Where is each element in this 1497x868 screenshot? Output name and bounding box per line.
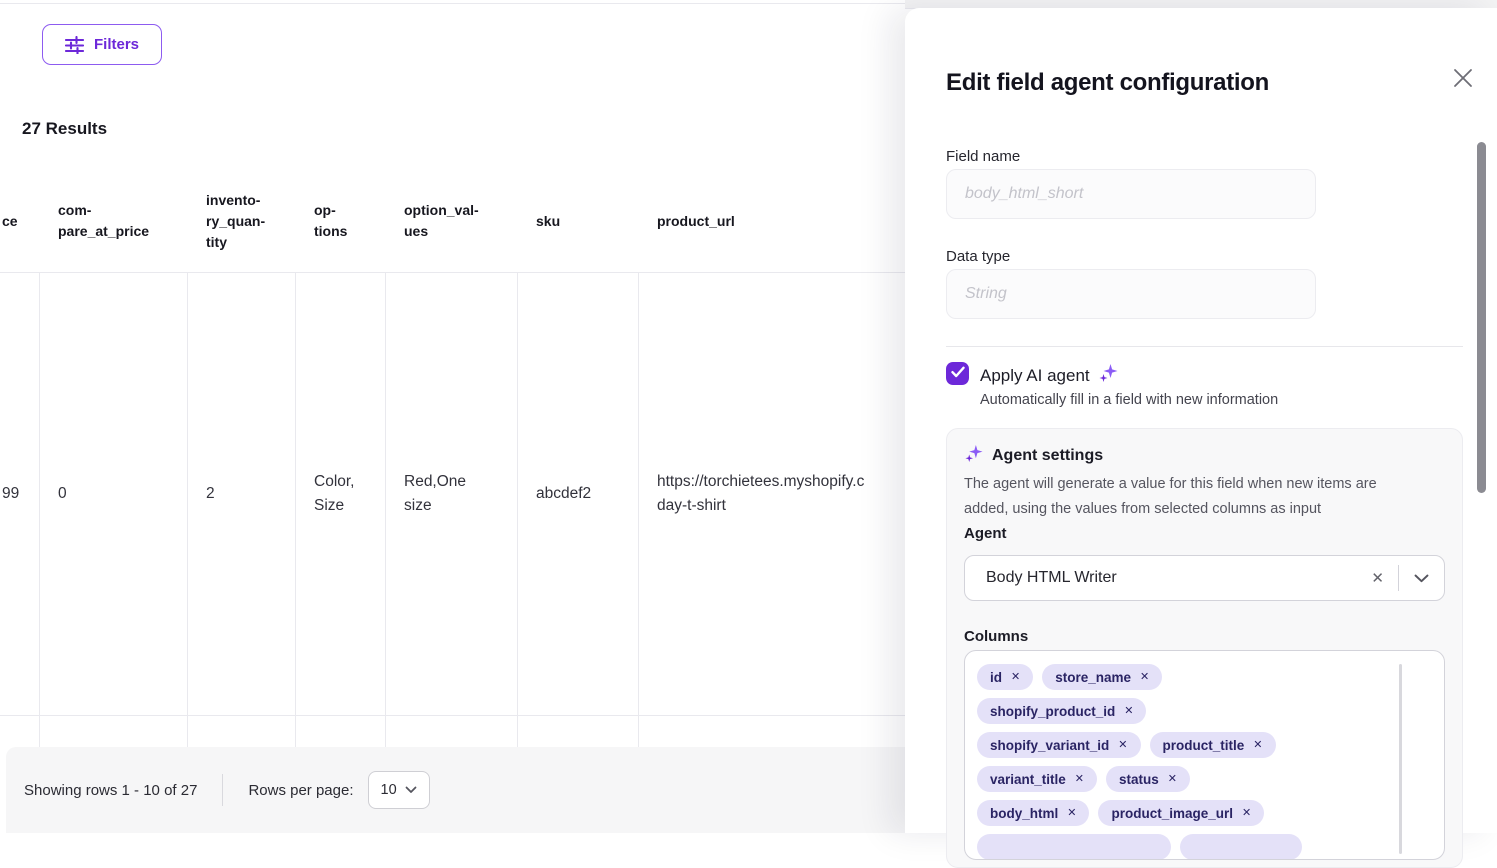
rows-per-page-value: 10 xyxy=(381,782,397,798)
table-cell[interactable]: 99 xyxy=(0,272,40,715)
column-chip-label: body_html xyxy=(990,806,1058,821)
column-chip-label: store_name xyxy=(1055,670,1131,685)
top-divider xyxy=(0,3,905,4)
agent-settings-header: Agent settings xyxy=(964,444,1103,468)
column-chip-label: shopify_variant_id xyxy=(990,738,1109,753)
clear-icon[interactable]: ✕ xyxy=(1357,569,1398,587)
table-cell[interactable]: Red,One size xyxy=(386,272,518,715)
column-chip-label: status xyxy=(1119,772,1159,787)
agent-label: Agent xyxy=(964,525,1007,542)
chip-row: shopify_product_id ✕ xyxy=(977,698,1432,724)
remove-chip-icon[interactable]: ✕ xyxy=(1124,706,1133,717)
pagination-bar: Showing rows 1 - 10 of 27 Rows per page:… xyxy=(6,747,920,833)
table-cell[interactable] xyxy=(40,716,188,747)
column-header: option_val- ues xyxy=(386,170,518,272)
table-cell[interactable]: Color, Size xyxy=(296,272,386,715)
columns-multiselect[interactable]: id✕store_name✕shopify_product_id✕shopify… xyxy=(964,650,1445,860)
remove-chip-icon[interactable]: ✕ xyxy=(1168,774,1177,785)
remove-chip-icon[interactable]: ✕ xyxy=(1118,740,1127,751)
apply-ai-agent-label: Apply AI agent xyxy=(980,363,1118,388)
chevron-down-icon[interactable] xyxy=(1399,574,1444,583)
agent-settings-card: Agent settings The agent will generate a… xyxy=(946,428,1463,868)
filters-button-label: Filters xyxy=(94,36,139,53)
column-chip[interactable]: id ✕ xyxy=(977,664,1033,690)
column-chip-label: shopify_product_id xyxy=(990,704,1115,719)
field-name-label: Field name xyxy=(946,148,1020,165)
remove-chip-icon[interactable]: ✕ xyxy=(1011,672,1020,683)
column-chip[interactable]: product_title ✕ xyxy=(1150,732,1276,758)
apply-ai-agent-checkbox[interactable] xyxy=(946,362,969,385)
column-chip[interactable]: product_image_url ✕ xyxy=(1098,800,1264,826)
remove-chip-icon[interactable]: ✕ xyxy=(1253,740,1262,751)
rows-per-page-label: Rows per page: xyxy=(248,782,353,799)
section-divider xyxy=(946,346,1463,347)
table-cell[interactable] xyxy=(0,716,40,747)
table-header-row: cecom- pare_at_priceinvento- ry_quan- ti… xyxy=(0,170,920,273)
table-cell[interactable] xyxy=(296,716,386,747)
table-cell[interactable] xyxy=(518,716,639,747)
column-header: invento- ry_quan- tity xyxy=(188,170,296,272)
table-cell[interactable]: https://torchietees.myshopify.c day-t-sh… xyxy=(639,272,920,715)
column-chip-label: variant_title xyxy=(990,772,1066,787)
column-header: com- pare_at_price xyxy=(40,170,188,272)
column-chip[interactable] xyxy=(1180,834,1302,860)
remove-chip-icon[interactable]: ✕ xyxy=(1140,672,1149,683)
table-row[interactable] xyxy=(0,716,920,747)
sparkles-icon xyxy=(964,444,983,468)
column-header: op- tions xyxy=(296,170,386,272)
remove-chip-icon[interactable]: ✕ xyxy=(1067,808,1076,819)
column-chip[interactable]: status ✕ xyxy=(1106,766,1190,792)
column-chip[interactable]: variant_title ✕ xyxy=(977,766,1097,792)
field-name-input[interactable] xyxy=(946,169,1316,219)
pagination-divider xyxy=(222,774,223,806)
chip-row-partial xyxy=(977,834,1432,860)
pagination-summary: Showing rows 1 - 10 of 27 xyxy=(24,782,197,799)
chip-row: body_html ✕ product_image_url ✕ xyxy=(977,800,1432,826)
agent-settings-description: The agent will generate a value for this… xyxy=(964,472,1404,523)
edit-field-agent-panel: Edit field agent configuration Field nam… xyxy=(905,8,1497,833)
filters-button[interactable]: Filters xyxy=(42,24,162,65)
remove-chip-icon[interactable]: ✕ xyxy=(1242,808,1251,819)
column-chip[interactable]: shopify_variant_id ✕ xyxy=(977,732,1141,758)
data-type-label: Data type xyxy=(946,248,1010,265)
agent-select[interactable]: Body HTML Writer ✕ xyxy=(964,555,1445,601)
columns-scrollbar[interactable] xyxy=(1399,664,1402,854)
results-count: 27 Results xyxy=(22,119,107,139)
close-icon[interactable] xyxy=(1448,63,1478,93)
remove-chip-icon[interactable]: ✕ xyxy=(1075,774,1084,785)
table-cell[interactable]: 0 xyxy=(40,272,188,715)
column-chip-label: id xyxy=(990,670,1002,685)
table-cell[interactable] xyxy=(639,716,920,747)
columns-label: Columns xyxy=(964,628,1028,645)
table-row[interactable]: 9902Color, SizeRed,One sizeabcdef2https:… xyxy=(0,272,920,716)
table-cell[interactable] xyxy=(188,716,296,747)
checkmark-icon xyxy=(951,365,965,383)
column-header: sku xyxy=(518,170,639,272)
rows-per-page-select[interactable]: 10 xyxy=(368,771,430,809)
chip-row: shopify_variant_id ✕ product_title ✕ xyxy=(977,732,1432,758)
table-cell[interactable] xyxy=(386,716,518,747)
column-chip-label: product_title xyxy=(1163,738,1245,753)
apply-ai-agent-description: Automatically fill in a field with new i… xyxy=(980,392,1278,408)
chip-row: id ✕ store_name ✕ xyxy=(977,664,1432,690)
column-chip[interactable]: body_html ✕ xyxy=(977,800,1089,826)
column-header: ce xyxy=(0,170,40,272)
chevron-down-icon xyxy=(405,782,417,798)
column-chip[interactable]: shopify_product_id ✕ xyxy=(977,698,1146,724)
table-cell[interactable]: 2 xyxy=(188,272,296,715)
data-type-input[interactable] xyxy=(946,269,1316,319)
panel-title: Edit field agent configuration xyxy=(946,69,1269,97)
column-chip-label: product_image_url xyxy=(1111,806,1233,821)
filter-sliders-icon xyxy=(65,36,84,54)
column-chip[interactable]: store_name ✕ xyxy=(1042,664,1162,690)
column-header: product_url xyxy=(639,170,920,272)
agent-select-value: Body HTML Writer xyxy=(986,569,1357,587)
column-chip[interactable] xyxy=(977,834,1171,860)
table-cell[interactable]: abcdef2 xyxy=(518,272,639,715)
agent-settings-title: Agent settings xyxy=(992,447,1103,465)
chip-row: variant_title ✕ status ✕ xyxy=(977,766,1432,792)
sparkles-icon xyxy=(1098,363,1118,388)
panel-scrollbar[interactable] xyxy=(1477,142,1486,493)
